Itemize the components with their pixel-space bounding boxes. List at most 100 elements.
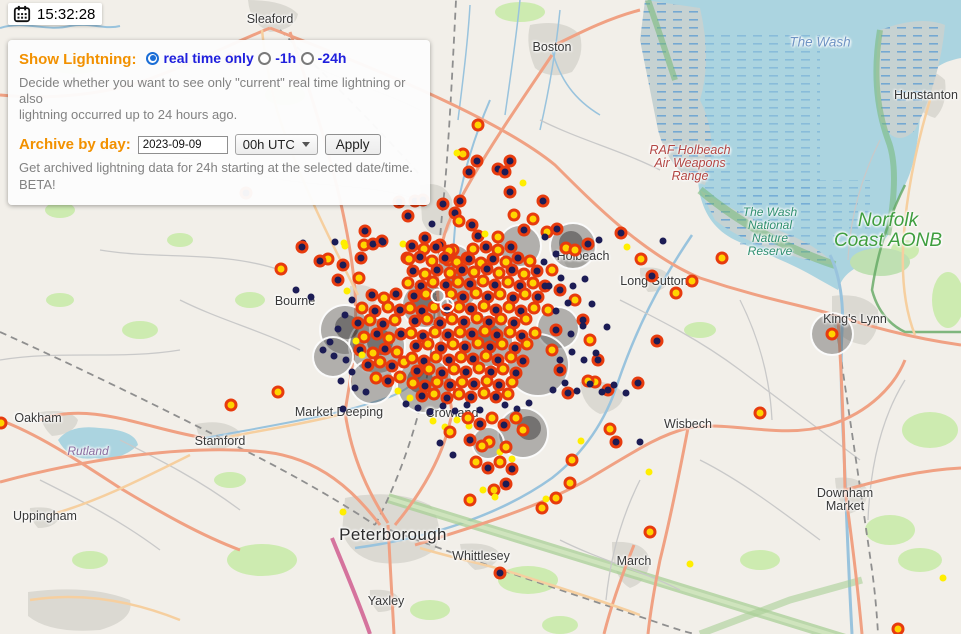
navy-dot-strike[interactable]	[349, 369, 356, 376]
navy-dot-strike[interactable]	[342, 312, 349, 319]
yellow-dot-strike[interactable]	[520, 180, 527, 187]
red-ring-yellow-core-strike[interactable]	[497, 363, 510, 376]
red-ring-yellow-core-strike[interactable]	[686, 275, 699, 288]
red-ring-yellow-core-strike[interactable]	[502, 388, 515, 401]
red-ring-navy-core-strike[interactable]	[480, 241, 493, 254]
red-ring-navy-core-strike[interactable]	[506, 463, 519, 476]
red-ring-yellow-core-strike[interactable]	[353, 272, 366, 285]
navy-dot-strike[interactable]	[363, 389, 370, 396]
navy-dot-strike[interactable]	[582, 276, 589, 283]
red-ring-yellow-core-strike[interactable]	[550, 492, 563, 505]
red-ring-yellow-core-strike[interactable]	[644, 526, 657, 539]
red-ring-yellow-core-strike[interactable]	[604, 423, 617, 436]
red-ring-yellow-core-strike[interactable]	[546, 264, 559, 277]
yellow-dot-strike[interactable]	[430, 418, 437, 425]
red-ring-yellow-core-strike[interactable]	[402, 277, 415, 290]
navy-dot-strike[interactable]	[569, 349, 576, 356]
red-ring-navy-core-strike[interactable]	[518, 224, 531, 237]
apply-button[interactable]: Apply	[325, 134, 381, 155]
navy-dot-strike[interactable]	[320, 347, 327, 354]
navy-dot-strike[interactable]	[450, 452, 457, 459]
red-ring-yellow-core-strike[interactable]	[453, 301, 466, 314]
red-ring-navy-core-strike[interactable]	[610, 436, 623, 449]
navy-dot-strike[interactable]	[546, 283, 553, 290]
yellow-dot-strike[interactable]	[395, 388, 402, 395]
red-ring-navy-core-strike[interactable]	[562, 387, 575, 400]
navy-dot-strike[interactable]	[562, 380, 569, 387]
navy-dot-strike[interactable]	[429, 221, 436, 228]
navy-dot-strike[interactable]	[581, 357, 588, 364]
calendar-icon[interactable]	[13, 5, 31, 23]
red-ring-yellow-core-strike[interactable]	[566, 454, 579, 467]
navy-dot-strike[interactable]	[502, 402, 509, 409]
navy-dot-strike[interactable]	[331, 353, 338, 360]
red-ring-yellow-core-strike[interactable]	[584, 334, 597, 347]
red-ring-navy-core-strike[interactable]	[332, 274, 345, 287]
red-ring-yellow-core-strike[interactable]	[382, 301, 395, 314]
yellow-dot-strike[interactable]	[578, 438, 585, 445]
red-ring-yellow-core-strike[interactable]	[430, 351, 443, 364]
red-ring-navy-core-strike[interactable]	[366, 289, 379, 302]
red-ring-yellow-core-strike[interactable]	[486, 412, 499, 425]
red-ring-yellow-core-strike[interactable]	[370, 372, 383, 385]
navy-dot-strike[interactable]	[293, 287, 300, 294]
red-ring-yellow-core-strike[interactable]	[453, 215, 466, 228]
red-ring-yellow-core-strike[interactable]	[275, 263, 288, 276]
red-ring-navy-core-strike[interactable]	[494, 567, 507, 580]
navy-dot-strike[interactable]	[611, 382, 618, 389]
radio-unselected-icon[interactable]	[258, 52, 271, 65]
red-ring-yellow-core-strike[interactable]	[448, 363, 461, 376]
red-ring-navy-core-strike[interactable]	[482, 462, 495, 475]
red-ring-navy-core-strike[interactable]	[646, 270, 659, 283]
navy-dot-strike[interactable]	[589, 301, 596, 308]
red-ring-navy-core-strike[interactable]	[390, 288, 403, 301]
red-ring-navy-core-strike[interactable]	[551, 223, 564, 236]
red-ring-navy-core-strike[interactable]	[517, 355, 530, 368]
navy-dot-strike[interactable]	[568, 331, 575, 338]
red-ring-yellow-core-strike[interactable]	[422, 338, 435, 351]
red-ring-yellow-core-strike[interactable]	[464, 494, 477, 507]
red-ring-yellow-core-strike[interactable]	[453, 388, 466, 401]
yellow-dot-strike[interactable]	[509, 456, 516, 463]
red-ring-yellow-core-strike[interactable]	[492, 231, 505, 244]
navy-dot-strike[interactable]	[541, 259, 548, 266]
navy-dot-strike[interactable]	[477, 407, 484, 414]
red-ring-navy-core-strike[interactable]	[498, 419, 511, 432]
yellow-dot-strike[interactable]	[454, 417, 461, 424]
red-ring-yellow-core-strike[interactable]	[500, 441, 513, 454]
navy-dot-strike[interactable]	[415, 405, 422, 412]
navy-dot-strike[interactable]	[464, 402, 471, 409]
red-ring-yellow-core-strike[interactable]	[510, 412, 523, 425]
navy-dot-strike[interactable]	[557, 357, 564, 364]
navy-dot-strike[interactable]	[553, 251, 560, 258]
navy-dot-strike[interactable]	[349, 297, 356, 304]
yellow-dot-strike[interactable]	[480, 487, 487, 494]
archive-date-input[interactable]	[138, 136, 228, 154]
red-ring-navy-core-strike[interactable]	[554, 364, 567, 377]
navy-dot-strike[interactable]	[599, 389, 606, 396]
red-ring-yellow-core-strike[interactable]	[394, 371, 407, 384]
navy-dot-strike[interactable]	[452, 408, 459, 415]
red-ring-yellow-core-strike[interactable]	[364, 314, 377, 327]
red-ring-navy-core-strike[interactable]	[355, 252, 368, 265]
red-ring-yellow-core-strike[interactable]	[635, 253, 648, 266]
red-ring-yellow-core-strike[interactable]	[272, 386, 285, 399]
red-ring-yellow-core-strike[interactable]	[455, 351, 468, 364]
red-ring-yellow-core-strike[interactable]	[428, 388, 441, 401]
red-ring-navy-core-strike[interactable]	[512, 252, 525, 265]
lightning-mode-option[interactable]: -1h	[258, 50, 296, 66]
yellow-dot-strike[interactable]	[940, 575, 947, 582]
red-ring-yellow-core-strike[interactable]	[406, 352, 419, 365]
navy-dot-strike[interactable]	[327, 339, 334, 346]
red-ring-yellow-core-strike[interactable]	[521, 338, 534, 351]
radio-selected-icon[interactable]	[146, 52, 159, 65]
navy-dot-strike[interactable]	[553, 308, 560, 315]
red-ring-navy-core-strike[interactable]	[651, 335, 664, 348]
red-ring-navy-core-strike[interactable]	[504, 186, 517, 199]
navy-dot-strike[interactable]	[623, 390, 630, 397]
red-ring-navy-core-strike[interactable]	[463, 166, 476, 179]
red-ring-yellow-core-strike[interactable]	[452, 276, 465, 289]
red-ring-yellow-core-strike[interactable]	[546, 344, 559, 357]
red-ring-navy-core-strike[interactable]	[337, 259, 350, 272]
yellow-dot-strike[interactable]	[353, 338, 360, 345]
